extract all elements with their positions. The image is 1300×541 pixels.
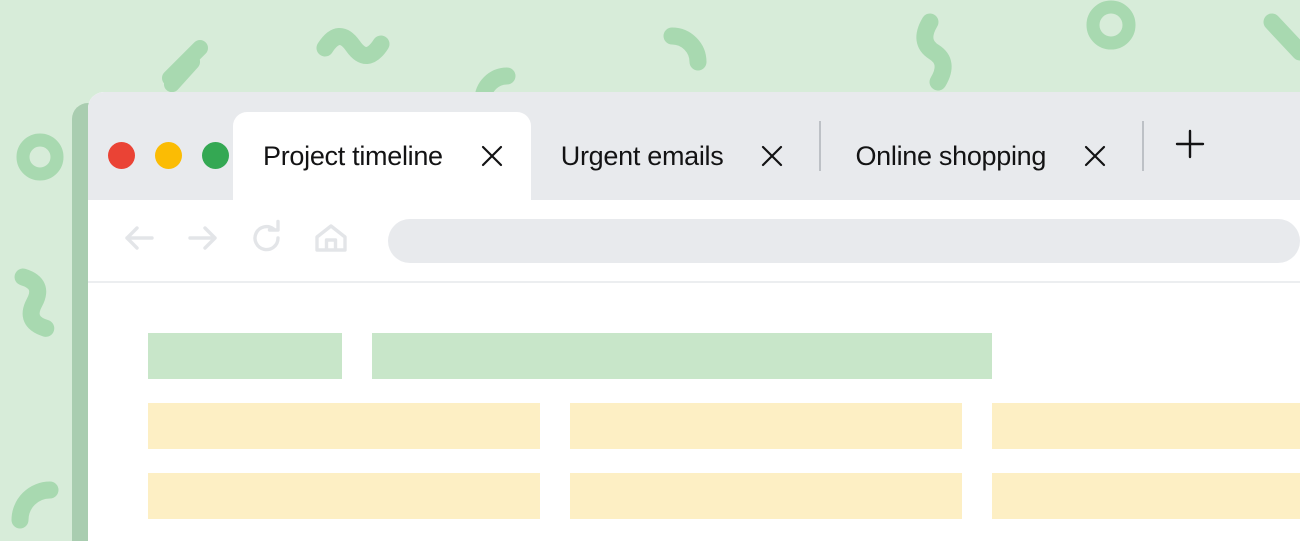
back-button[interactable] [110,212,168,270]
content-block [148,333,342,379]
close-icon[interactable] [759,143,785,169]
content-block [148,473,540,519]
reload-icon [244,215,290,266]
forward-button[interactable] [174,212,232,270]
content-block [372,333,992,379]
header-row [148,333,1300,379]
tab-strip: Project timeline Urgent emails Online sh… [88,92,1300,200]
minimize-window-button[interactable] [155,142,182,169]
browser-toolbar [88,200,1300,283]
content-row [148,403,1300,449]
page-content-area [88,283,1300,541]
close-icon[interactable] [1082,143,1108,169]
plus-icon [1172,126,1208,167]
content-block [992,473,1300,519]
tab-label: Online shopping [855,140,1047,171]
traffic-light-controls [108,142,229,169]
tab-separator [819,121,822,171]
content-block [570,403,962,449]
home-button[interactable] [302,212,360,270]
tab-project-timeline[interactable]: Project timeline [233,112,531,200]
maximize-window-button[interactable] [202,142,229,169]
tab-urgent-emails[interactable]: Urgent emails [531,112,816,200]
reload-button[interactable] [238,212,296,270]
browser-window: Project timeline Urgent emails Online sh… [88,92,1300,541]
content-block [570,473,962,519]
close-window-button[interactable] [108,142,135,169]
arrow-right-icon [180,215,226,266]
content-row [148,473,1300,519]
arrow-left-icon [116,215,162,266]
tab-list: Project timeline Urgent emails Online sh… [233,92,1216,200]
tab-label: Project timeline [263,140,443,171]
address-input[interactable] [388,218,1300,263]
home-icon [308,215,354,266]
new-tab-button[interactable] [1164,120,1216,172]
content-block [148,403,540,449]
tab-online-shopping[interactable]: Online shopping [825,112,1138,200]
close-icon[interactable] [479,143,505,169]
tab-separator [1142,121,1145,171]
content-block [992,403,1300,449]
tab-label: Urgent emails [560,140,724,171]
